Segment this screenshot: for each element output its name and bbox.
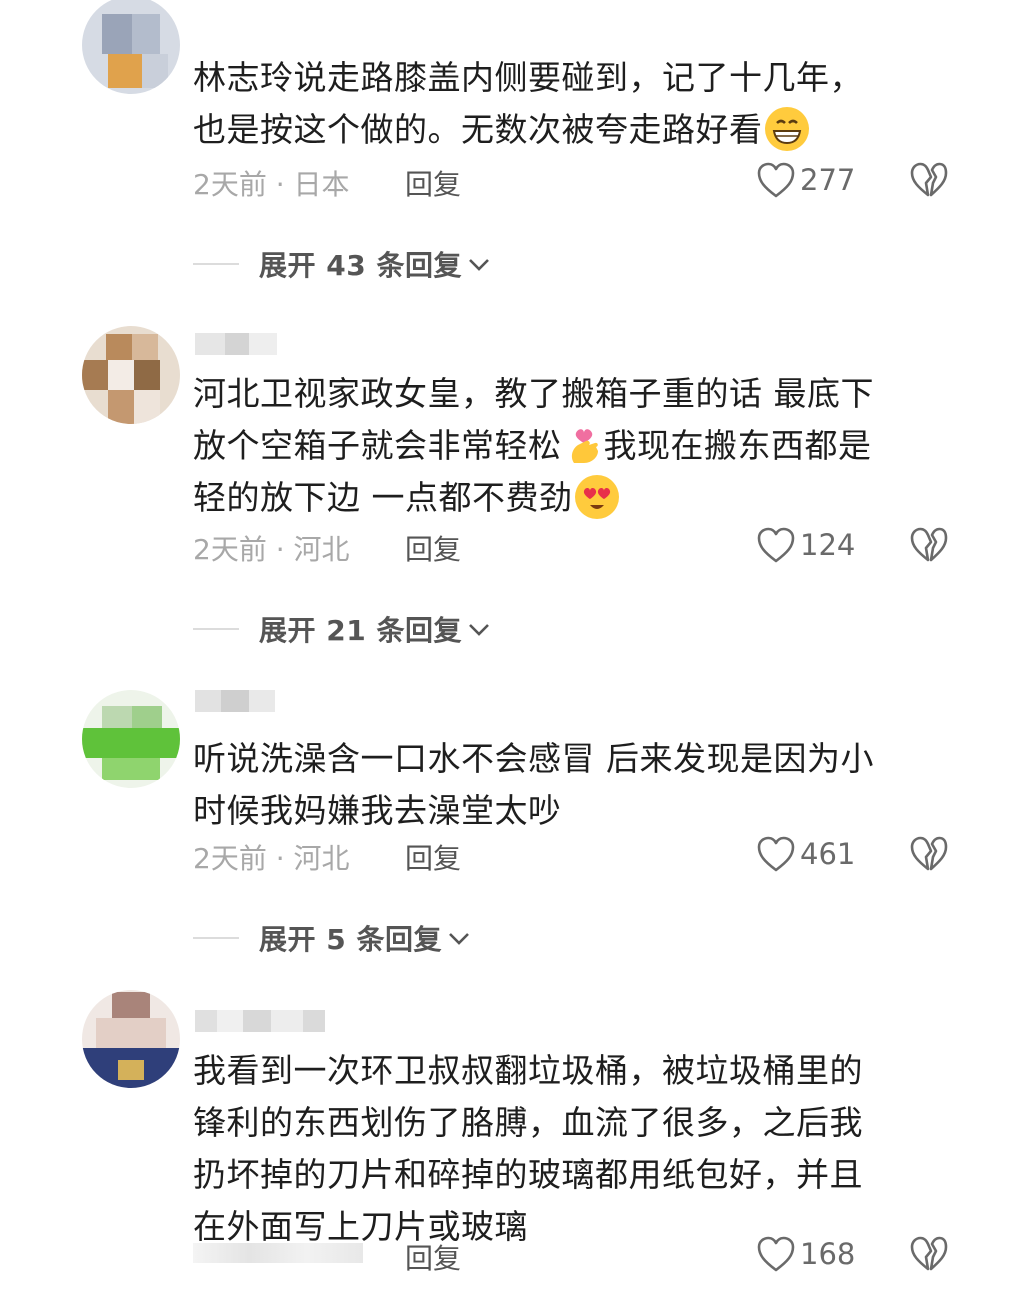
avatar[interactable] (82, 690, 180, 788)
dislike-button[interactable] (909, 161, 949, 203)
like-count: 124 (800, 528, 856, 562)
dislike-button[interactable] (909, 1235, 949, 1277)
expand-replies-label: 展开 5 条回复 (259, 923, 442, 956)
reply-button[interactable]: 回复 (405, 1237, 461, 1277)
like-count: 277 (800, 163, 856, 197)
comment-text: 我看到一次环卫叔叔翻垃圾桶，被垃圾桶里的 锋利的东西划伤了胳膊，血流了很多，之后… (193, 1051, 863, 1246)
comment-text: 听说洗澡含一口水不会感冒 后来发现是因为小 时候我妈嫌我去澡堂太吵 (193, 739, 874, 830)
like-button[interactable]: 277 (756, 161, 855, 199)
broken-heart-icon (910, 836, 948, 871)
dislike-button[interactable] (909, 526, 949, 568)
reply-button[interactable]: 回复 (405, 163, 461, 203)
chevron-down-icon (469, 624, 489, 636)
finger-heart-emoji (564, 423, 604, 467)
like-count: 461 (800, 837, 856, 871)
avatar[interactable] (82, 990, 180, 1088)
comment-time-location: 2天前 · 河北 (193, 842, 350, 875)
divider-line (193, 263, 239, 265)
broken-heart-icon (910, 162, 948, 197)
chevron-down-icon (469, 259, 489, 271)
time-location-blurred (193, 1243, 363, 1263)
heart-outline-icon (757, 836, 795, 872)
like-button[interactable]: 461 (756, 835, 855, 873)
expand-replies-label: 展开 21 条回复 (259, 614, 462, 647)
comment-time-location: 2天前 · 河北 (193, 533, 350, 566)
comment-text: 林志玲说走路膝盖内侧要碰到，记了十几年， 也是按这个做的。无数次被夸走路好看 (193, 58, 863, 151)
username-blurred[interactable] (195, 1010, 325, 1032)
divider-line (193, 628, 239, 630)
username-blurred[interactable] (195, 690, 275, 712)
heart-outline-icon (757, 527, 795, 563)
reply-button[interactable]: 回复 (405, 528, 461, 568)
like-button[interactable]: 124 (756, 526, 855, 564)
reply-button[interactable]: 回复 (405, 837, 461, 877)
expand-replies-label: 展开 43 条回复 (259, 249, 462, 282)
comment-time-location: 2天前 · 日本 (193, 168, 350, 201)
broken-heart-icon (910, 527, 948, 562)
avatar[interactable] (82, 0, 180, 94)
dislike-button[interactable] (909, 835, 949, 877)
grinning-face-emoji (764, 106, 809, 151)
like-button[interactable]: 168 (756, 1235, 855, 1273)
like-count: 168 (800, 1237, 856, 1271)
chevron-down-icon (449, 933, 469, 945)
expand-replies[interactable]: 展开 5 条回复 (193, 918, 472, 958)
divider-line (193, 937, 239, 939)
expand-replies[interactable]: 展开 21 条回复 (193, 609, 492, 649)
heart-outline-icon (757, 162, 795, 198)
username-blurred[interactable] (195, 333, 277, 355)
heart-eyes-emoji (574, 474, 619, 519)
broken-heart-icon (910, 1236, 948, 1271)
expand-replies[interactable]: 展开 43 条回复 (193, 244, 492, 284)
comment-text: 河北卫视家政女皇，教了搬箱子重的话 最底下 放个空箱子就会非常轻松 我现在搬东西… (193, 374, 874, 519)
avatar[interactable] (82, 326, 180, 424)
heart-outline-icon (757, 1236, 795, 1272)
